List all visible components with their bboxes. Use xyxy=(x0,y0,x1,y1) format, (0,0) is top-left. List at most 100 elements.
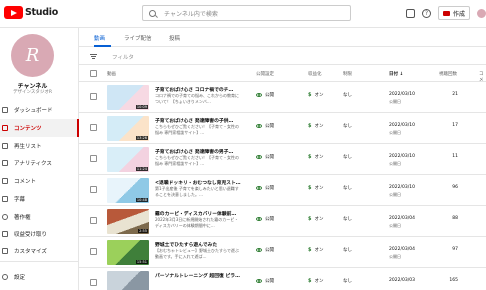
search-input[interactable]: チャンネル内で検索 xyxy=(142,5,351,21)
create-button[interactable]: 作成 xyxy=(437,6,470,20)
select-all-checkbox[interactable] xyxy=(90,70,97,77)
account-avatar[interactable] xyxy=(477,8,486,18)
sidebar-item-label: アナリティクス xyxy=(14,161,52,167)
table-row[interactable]: 10:09 子育ておばけ心さ コロナ禍でのチ… コロナ禍での子育ての悩み、これか… xyxy=(79,82,486,113)
sidebar-item-comments[interactable]: コメント xyxy=(0,172,79,190)
date-value: 2022/03/04 xyxy=(389,247,415,252)
table-row[interactable]: パーソナルトレーニング 超回復 ピラ… 公開 $ オン なし 2022/03/0… xyxy=(79,268,486,290)
video-thumbnail[interactable] xyxy=(107,271,149,290)
video-description: 2022年3月3日に新規開始された霧のカーピ・ディスカバリーの体験期間中に… xyxy=(155,217,239,228)
table-header: 動画 公開設定 収益化 制限 日付 ↓ 視聴回数 コメ xyxy=(79,65,486,83)
monetization-status[interactable]: $ オン xyxy=(308,278,323,284)
column-header-visibility[interactable]: 公開設定 xyxy=(256,71,274,77)
column-header-views[interactable]: 視聴回数 xyxy=(439,71,457,77)
video-title[interactable]: 子育ておばけ心さ コロナ禍でのチ… xyxy=(155,86,245,93)
row-checkbox[interactable] xyxy=(90,279,97,286)
date-value: 2022/03/10 xyxy=(389,92,415,97)
video-title[interactable]: 野城土でひたすら遊んでみた xyxy=(155,241,245,248)
visibility-dropdown[interactable]: 公開 xyxy=(256,154,274,160)
monetization-status[interactable]: $ オン xyxy=(308,154,323,160)
sidebar-item-playlists[interactable]: 再生リスト xyxy=(0,137,79,155)
video-duration: 13:26 xyxy=(135,136,148,140)
monetization-status[interactable]: $ オン xyxy=(308,123,323,129)
monetization-value: オン xyxy=(314,279,324,284)
visibility-dropdown[interactable]: 公開 xyxy=(256,247,274,253)
dollar-icon: $ xyxy=(308,123,312,129)
eye-icon xyxy=(256,93,262,97)
search-placeholder: チャンネル内で検索 xyxy=(164,10,218,18)
row-checkbox[interactable] xyxy=(90,93,97,100)
video-thumbnail[interactable]: 2:55 xyxy=(107,209,149,234)
sidebar-item-analytics[interactable]: アナリティクス xyxy=(0,154,79,172)
avatar-letter: R xyxy=(25,45,40,66)
row-checkbox[interactable] xyxy=(90,186,97,193)
sidebar-item-subtitles[interactable]: 字幕 xyxy=(0,190,79,208)
visibility-dropdown[interactable]: 公開 xyxy=(256,216,274,222)
visibility-value: 公開 xyxy=(265,155,274,160)
dollar-icon: $ xyxy=(308,154,312,160)
row-checkbox[interactable] xyxy=(90,217,97,224)
studio-logo[interactable]: Studio xyxy=(4,6,58,19)
row-checkbox[interactable] xyxy=(90,155,97,162)
column-header-date[interactable]: 日付 ↓ xyxy=(389,71,403,77)
playlist-icon xyxy=(2,143,8,149)
dollar-icon: $ xyxy=(308,92,312,98)
table-row[interactable]: 11:24 子育ておばけ心さ 発達障害の男子… こちらもぜひご覧ください！【子育… xyxy=(79,144,486,175)
top-bar: Studio チャンネル内で検索 ? 作成 xyxy=(0,0,486,28)
video-thumbnail[interactable]: 10:09 xyxy=(107,85,149,110)
sidebar: R チャンネル デザインスタジオR ダッシュボード コンテンツ 再生リスト アナ… xyxy=(0,28,79,290)
sidebar-item-customization[interactable]: カスタマイズ xyxy=(0,242,79,260)
video-title[interactable]: <退職ドッキリ・おむつなし育児スト… xyxy=(155,179,245,186)
sidebar-item-content[interactable]: コンテンツ xyxy=(0,119,79,137)
channel-avatar[interactable]: R xyxy=(11,34,54,77)
visibility-dropdown[interactable]: 公開 xyxy=(256,92,274,98)
table-row[interactable]: 2:55 霧のカーピ・ディスカバリー体験前… 2022年3月3日に新規開始された… xyxy=(79,206,486,237)
monetization-status[interactable]: $ オン xyxy=(308,247,323,253)
sidebar-item-earn[interactable]: 収益受け取り xyxy=(0,225,79,243)
sidebar-item-dashboard[interactable]: ダッシュボード xyxy=(0,101,79,119)
video-title[interactable]: 子育ておばけ心さ 発達障害の男子… xyxy=(155,148,245,155)
video-title[interactable]: パーソナルトレーニング 超回復 ピラ… xyxy=(155,272,245,279)
table-row[interactable]: 15:51 野城土でひたすら遊んでみた 【おむちゃトレビュー】野城土ひたすらで遊… xyxy=(79,237,486,268)
monetization-status[interactable]: $ オン xyxy=(308,92,323,98)
filter-bar[interactable]: フィルタ xyxy=(79,48,486,65)
video-title[interactable]: 子育ておばけ心さ 発達障害の子供… xyxy=(155,117,245,124)
row-checkbox[interactable] xyxy=(90,124,97,131)
video-thumbnail[interactable]: 15:51 xyxy=(107,240,149,265)
date-value: 2022/03/10 xyxy=(389,185,415,190)
help-icon[interactable]: ? xyxy=(421,8,431,18)
visibility-dropdown[interactable]: 公開 xyxy=(256,185,274,191)
column-header-video: 動画 xyxy=(107,72,116,77)
comment-icon xyxy=(2,178,8,184)
monetization-value: オン xyxy=(314,155,324,160)
sidebar-item-settings[interactable]: 設定 xyxy=(0,268,79,286)
monetization-status[interactable]: $ オン xyxy=(308,185,323,191)
sidebar-item-label: 字幕 xyxy=(14,197,26,203)
row-checkbox[interactable] xyxy=(90,248,97,255)
tab-live[interactable]: ライブ配信 xyxy=(124,34,152,42)
video-title[interactable]: 霧のカーピ・ディスカバリー体験前… xyxy=(155,210,245,217)
messages-icon[interactable] xyxy=(405,8,415,18)
tab-videos[interactable]: 動画 xyxy=(94,34,105,42)
filter-input[interactable]: フィルタ xyxy=(112,53,134,61)
sidebar-item-copyright[interactable]: 著作権 xyxy=(0,208,79,226)
video-thumbnail[interactable]: 11:24 xyxy=(107,147,149,172)
filter-icon xyxy=(90,54,97,59)
table-row[interactable]: 10:48 <退職ドッキリ・おむつなし育児スト… 第1子出産後 子育てを楽しみた… xyxy=(79,175,486,206)
monetization-status[interactable]: $ オン xyxy=(308,216,323,222)
column-header-monetization[interactable]: 収益化 xyxy=(308,71,322,77)
tab-posts[interactable]: 投稿 xyxy=(169,34,180,42)
date-status: 公開日 xyxy=(389,130,401,135)
video-thumbnail[interactable]: 13:26 xyxy=(107,116,149,141)
sidebar-item-label: 著作権 xyxy=(14,215,31,221)
video-duration: 2:55 xyxy=(138,229,148,233)
visibility-dropdown[interactable]: 公開 xyxy=(256,278,274,284)
video-thumbnail[interactable]: 10:48 xyxy=(107,178,149,203)
views-value: 97 xyxy=(452,247,458,252)
copyright-icon xyxy=(2,214,8,220)
table-row[interactable]: 13:26 子育ておばけ心さ 発達障害の子供… こちらもぜひご覧ください！【子育… xyxy=(79,113,486,144)
eye-icon xyxy=(256,279,262,283)
video-description: コロナ禍での子育ての悩み、これからの教育について！【ちょいきりメンバ… xyxy=(155,93,239,104)
visibility-dropdown[interactable]: 公開 xyxy=(256,123,274,129)
column-header-restrictions[interactable]: 制限 xyxy=(343,71,352,77)
